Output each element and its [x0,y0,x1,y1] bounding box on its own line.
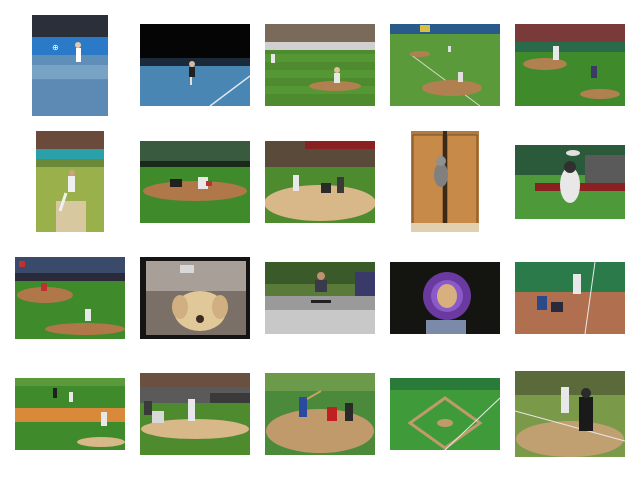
photo-baseball-stadium[interactable] [15,257,125,339]
photo-dog-window[interactable] [140,257,250,339]
photo-baseball-infield[interactable] [15,378,125,450]
photo-dog-purple-frisbee[interactable] [390,262,500,334]
photo-tennis-night[interactable] [140,24,250,106]
photo-cricket-bowler[interactable] [36,131,104,232]
photo-baseball-home-plate-1[interactable] [265,141,375,223]
photo-cat-door[interactable] [411,131,479,232]
photo-baseball-slide[interactable] [140,141,250,223]
photo-tennis-serve[interactable]: ⊕ [32,15,108,116]
photo-baseball-swing[interactable] [265,373,375,455]
photo-baseball-batter-crowd[interactable] [140,373,250,455]
photo-dog-frisbee-jump[interactable] [515,145,625,219]
photo-skateboarder[interactable] [265,262,375,334]
photo-baseball-wide-pitch[interactable] [390,24,500,106]
photo-baseball-aerial[interactable] [390,378,500,450]
photo-baseball-mound[interactable] [515,24,625,106]
photo-baseball-night-batter[interactable] [515,262,625,334]
photo-baseball-pitcher-1[interactable] [265,24,375,106]
photo-baseball-umpire[interactable] [515,371,625,457]
svg-text:⊕: ⊕ [52,43,59,52]
